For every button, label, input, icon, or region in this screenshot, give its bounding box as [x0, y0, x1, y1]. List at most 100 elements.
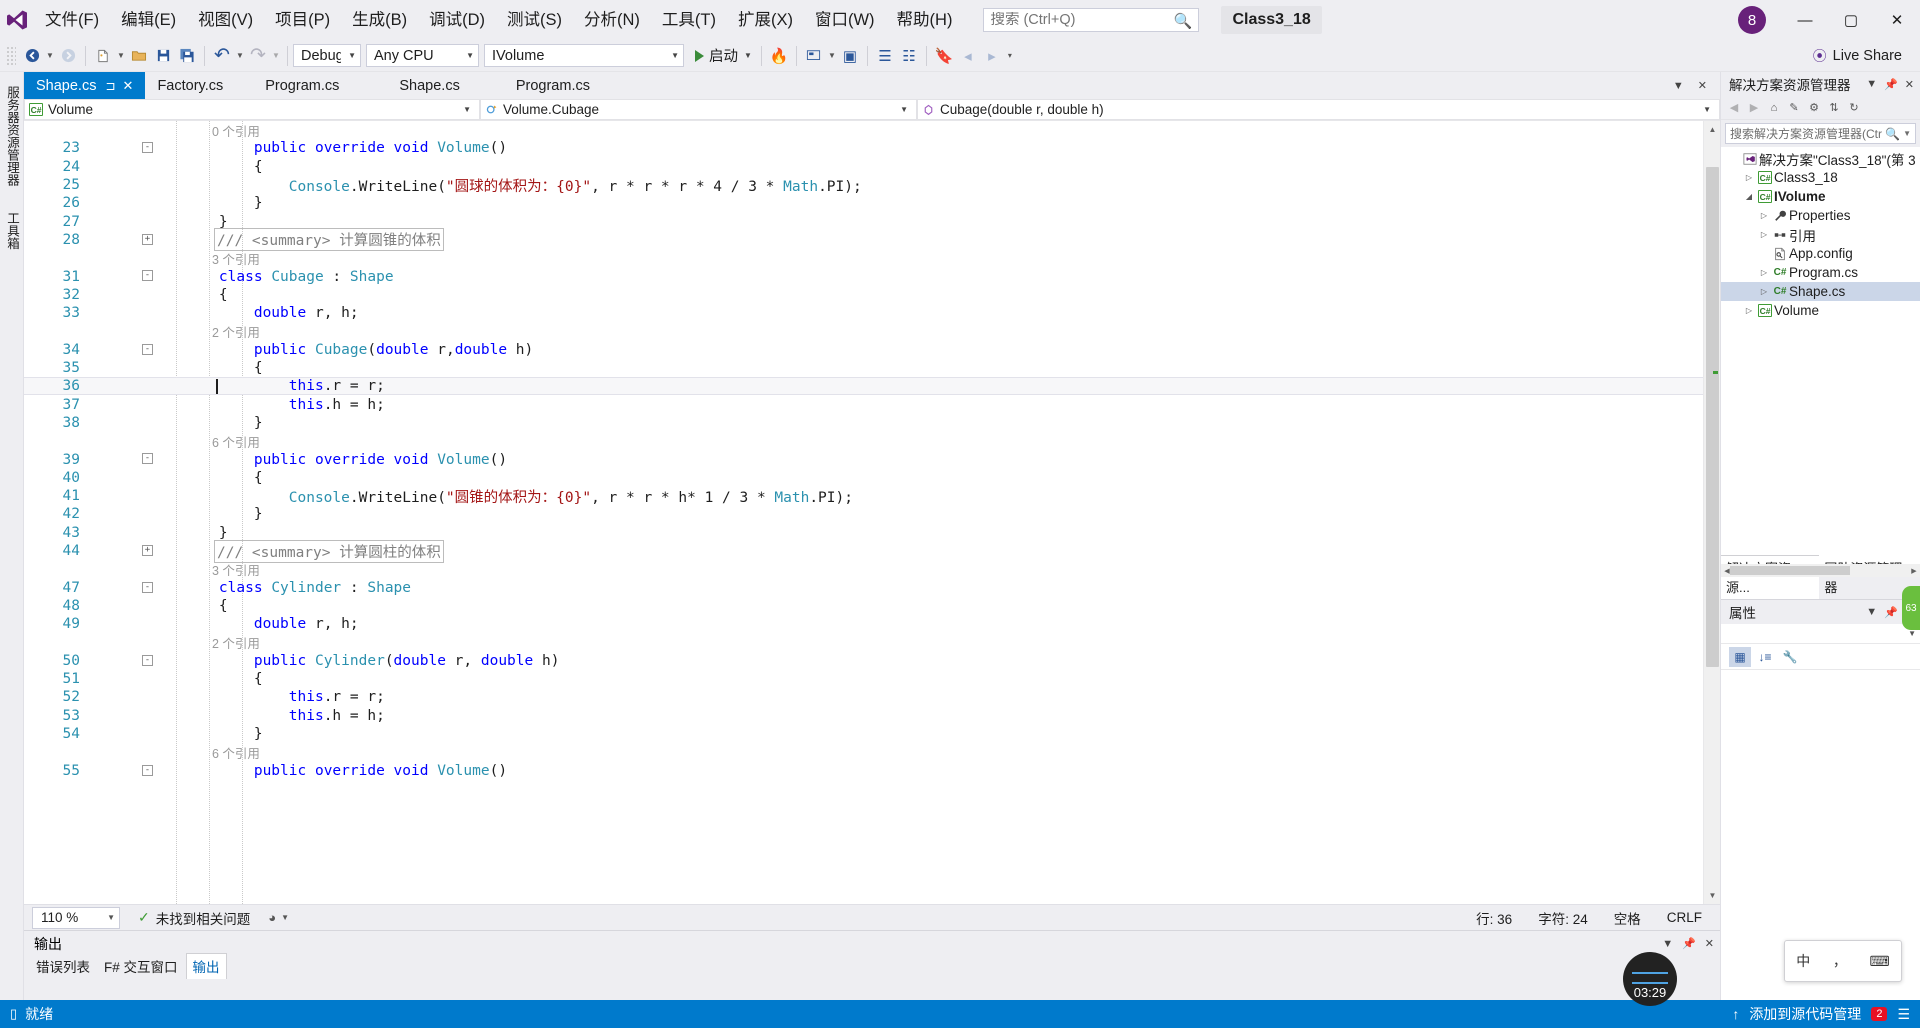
menu-file[interactable]: 文件(F): [34, 0, 110, 40]
search-icon[interactable]: 🔍: [1885, 127, 1900, 141]
save-icon[interactable]: [151, 43, 175, 69]
type-scope-dropdown[interactable]: C# Volume ▼: [24, 99, 480, 120]
code-line[interactable]: 36 this.r = r;: [24, 377, 1703, 396]
minimize-button[interactable]: —: [1782, 0, 1828, 40]
code-line[interactable]: 24 {: [24, 158, 1703, 176]
navigate-back-dropdown-icon[interactable]: ▼: [44, 43, 56, 69]
code-line[interactable]: 25 Console.WriteLine("圆球的体积为：{0}", r * r…: [24, 176, 1703, 195]
startup-project-dropdown[interactable]: IVolume ▼: [484, 44, 684, 67]
navigate-back-icon[interactable]: [20, 43, 44, 69]
tab-shape-cs-active[interactable]: Shape.cs ⊐ ✕: [24, 72, 146, 99]
code-line[interactable]: 32 {: [24, 286, 1703, 304]
code-line[interactable]: 3 个引用: [24, 249, 1703, 267]
code-line[interactable]: 0 个引用: [24, 121, 1703, 139]
code-line[interactable]: 40 {: [24, 469, 1703, 487]
tab-solution-explorer[interactable]: 解决方案资源...: [1721, 555, 1820, 599]
chevron-down-icon[interactable]: ▼: [1908, 629, 1916, 638]
chevron-down-icon[interactable]: ▼: [1866, 78, 1877, 90]
code-line[interactable]: 53 this.h = h;: [24, 707, 1703, 725]
close-icon[interactable]: ✕: [123, 78, 134, 94]
code-line[interactable]: 55 - public override void Volume(): [24, 762, 1703, 780]
code-line[interactable]: 33 double r, h;: [24, 304, 1703, 322]
class-scope-dropdown[interactable]: Volume.Cubage ▼: [480, 99, 917, 120]
code-line[interactable]: 23 - public override void Volume(): [24, 139, 1703, 157]
new-file-dropdown-icon[interactable]: ▼: [115, 43, 127, 69]
collapse-icon[interactable]: -: [142, 764, 153, 776]
code-line[interactable]: 38 }: [24, 414, 1703, 432]
pin-icon[interactable]: 📌: [1884, 606, 1898, 619]
redo-dropdown-icon[interactable]: ▼: [270, 43, 282, 69]
uncomment-icon[interactable]: ☷: [897, 43, 921, 69]
scrollbar-thumb[interactable]: [1706, 167, 1719, 667]
navigate-forward-icon[interactable]: [56, 43, 80, 69]
live-share-button[interactable]: ⦿ Live Share: [1813, 46, 1920, 66]
alphabetical-view-icon[interactable]: ↓≡: [1754, 647, 1776, 667]
menu-tools[interactable]: 工具(T): [651, 0, 727, 40]
hscrollbar-thumb[interactable]: [1730, 566, 1850, 575]
tree-node[interactable]: ▷ C# Program.cs: [1721, 263, 1920, 282]
code-line[interactable]: 2 个引用: [24, 633, 1703, 651]
panel-drag-dots[interactable]: [70, 943, 1655, 944]
rail-item-toolbox[interactable]: 工具箱: [0, 212, 24, 250]
collapse-all-icon[interactable]: ⇅: [1825, 99, 1843, 117]
collapse-icon[interactable]: -: [142, 654, 153, 666]
tree-node[interactable]: ▷ C# Volume: [1721, 301, 1920, 320]
code-line[interactable]: 2 个引用: [24, 322, 1703, 340]
code-line[interactable]: 51 {: [24, 670, 1703, 688]
close-button[interactable]: ✕: [1874, 0, 1920, 40]
code-health-indicator[interactable]: ◕ ▼: [268, 910, 289, 925]
tab-program-cs-2[interactable]: Program.cs: [489, 72, 616, 99]
menu-build[interactable]: 生成(B): [341, 0, 418, 40]
start-debug-button[interactable]: 启动 ▼: [689, 43, 756, 69]
ime-keyboard-icon[interactable]: ⌨: [1869, 953, 1889, 970]
menu-extensions[interactable]: 扩展(X): [727, 0, 804, 40]
bookmark-icon[interactable]: 🔖: [932, 43, 956, 69]
comment-icon[interactable]: ☰: [873, 43, 897, 69]
menu-window[interactable]: 窗口(W): [804, 0, 886, 40]
chevron-right-icon[interactable]: ▷: [1757, 230, 1771, 239]
expand-icon[interactable]: +: [142, 544, 153, 556]
refresh-icon[interactable]: ↻: [1845, 99, 1863, 117]
live-preview-icon[interactable]: [802, 43, 826, 69]
menu-analyze[interactable]: 分析(N): [573, 0, 651, 40]
notification-badge[interactable]: 2: [1871, 1007, 1888, 1021]
toolbar-grip[interactable]: [6, 45, 16, 66]
select-element-icon[interactable]: ▣: [838, 43, 862, 69]
code-line[interactable]: 34 - public Cubage(double r,double h): [24, 341, 1703, 359]
solution-explorer-search[interactable]: 搜索解决方案资源管理器(Ctr 🔍 ▼: [1725, 123, 1916, 144]
tree-node[interactable]: ▷ C# Shape.cs: [1721, 282, 1920, 301]
solution-tree-hscrollbar[interactable]: ◀ ▶: [1721, 564, 1920, 577]
tree-node[interactable]: ▷ Properties: [1721, 206, 1920, 225]
code-line[interactable]: 50 - public Cylinder(double r, double h): [24, 652, 1703, 670]
tab-fsharp-interactive[interactable]: F# 交互窗口: [98, 954, 184, 979]
code-line[interactable]: 6 个引用: [24, 432, 1703, 450]
live-preview-dropdown-icon[interactable]: ▼: [826, 43, 838, 69]
zoom-level-dropdown[interactable]: 110 % ▼: [32, 906, 120, 929]
tab-error-list[interactable]: 错误列表: [30, 954, 96, 979]
prev-bookmark-icon[interactable]: ◂: [956, 43, 980, 69]
code-line[interactable]: 35 {: [24, 359, 1703, 377]
pin-icon[interactable]: ⊐: [105, 79, 115, 93]
chevron-right-icon[interactable]: ▷: [1757, 211, 1771, 220]
undo-dropdown-icon[interactable]: ▼: [234, 43, 246, 69]
forward-icon[interactable]: ▶: [1745, 99, 1763, 117]
ime-mode-icon[interactable]: 中: [1796, 951, 1810, 971]
menu-edit[interactable]: 编辑(E): [110, 0, 187, 40]
close-icon[interactable]: ✕: [1705, 937, 1714, 950]
chevron-right-icon[interactable]: ▷: [1742, 306, 1756, 315]
properties-icon[interactable]: ⚙: [1805, 99, 1823, 117]
tree-node[interactable]: App.config: [1721, 244, 1920, 263]
code-line[interactable]: 54 }: [24, 725, 1703, 743]
editor-vertical-scrollbar[interactable]: ▲ ▼: [1703, 121, 1720, 904]
menu-debug[interactable]: 调试(D): [418, 0, 496, 40]
tab-output[interactable]: 输出: [185, 953, 227, 979]
collapse-icon[interactable]: -: [142, 581, 153, 593]
categorized-view-icon[interactable]: ▦: [1729, 646, 1751, 667]
bell-icon[interactable]: ☰: [1897, 1006, 1910, 1023]
search-input[interactable]: [990, 12, 1193, 28]
code-line[interactable]: 3 个引用: [24, 560, 1703, 578]
member-scope-dropdown[interactable]: Cubage(double r, double h) ▼: [917, 99, 1720, 120]
tree-node[interactable]: ◢ C# IVolume: [1721, 187, 1920, 206]
tree-node[interactable]: ▷ C# Class3_18: [1721, 168, 1920, 187]
chevron-down-icon[interactable]: ◢: [1742, 192, 1756, 201]
